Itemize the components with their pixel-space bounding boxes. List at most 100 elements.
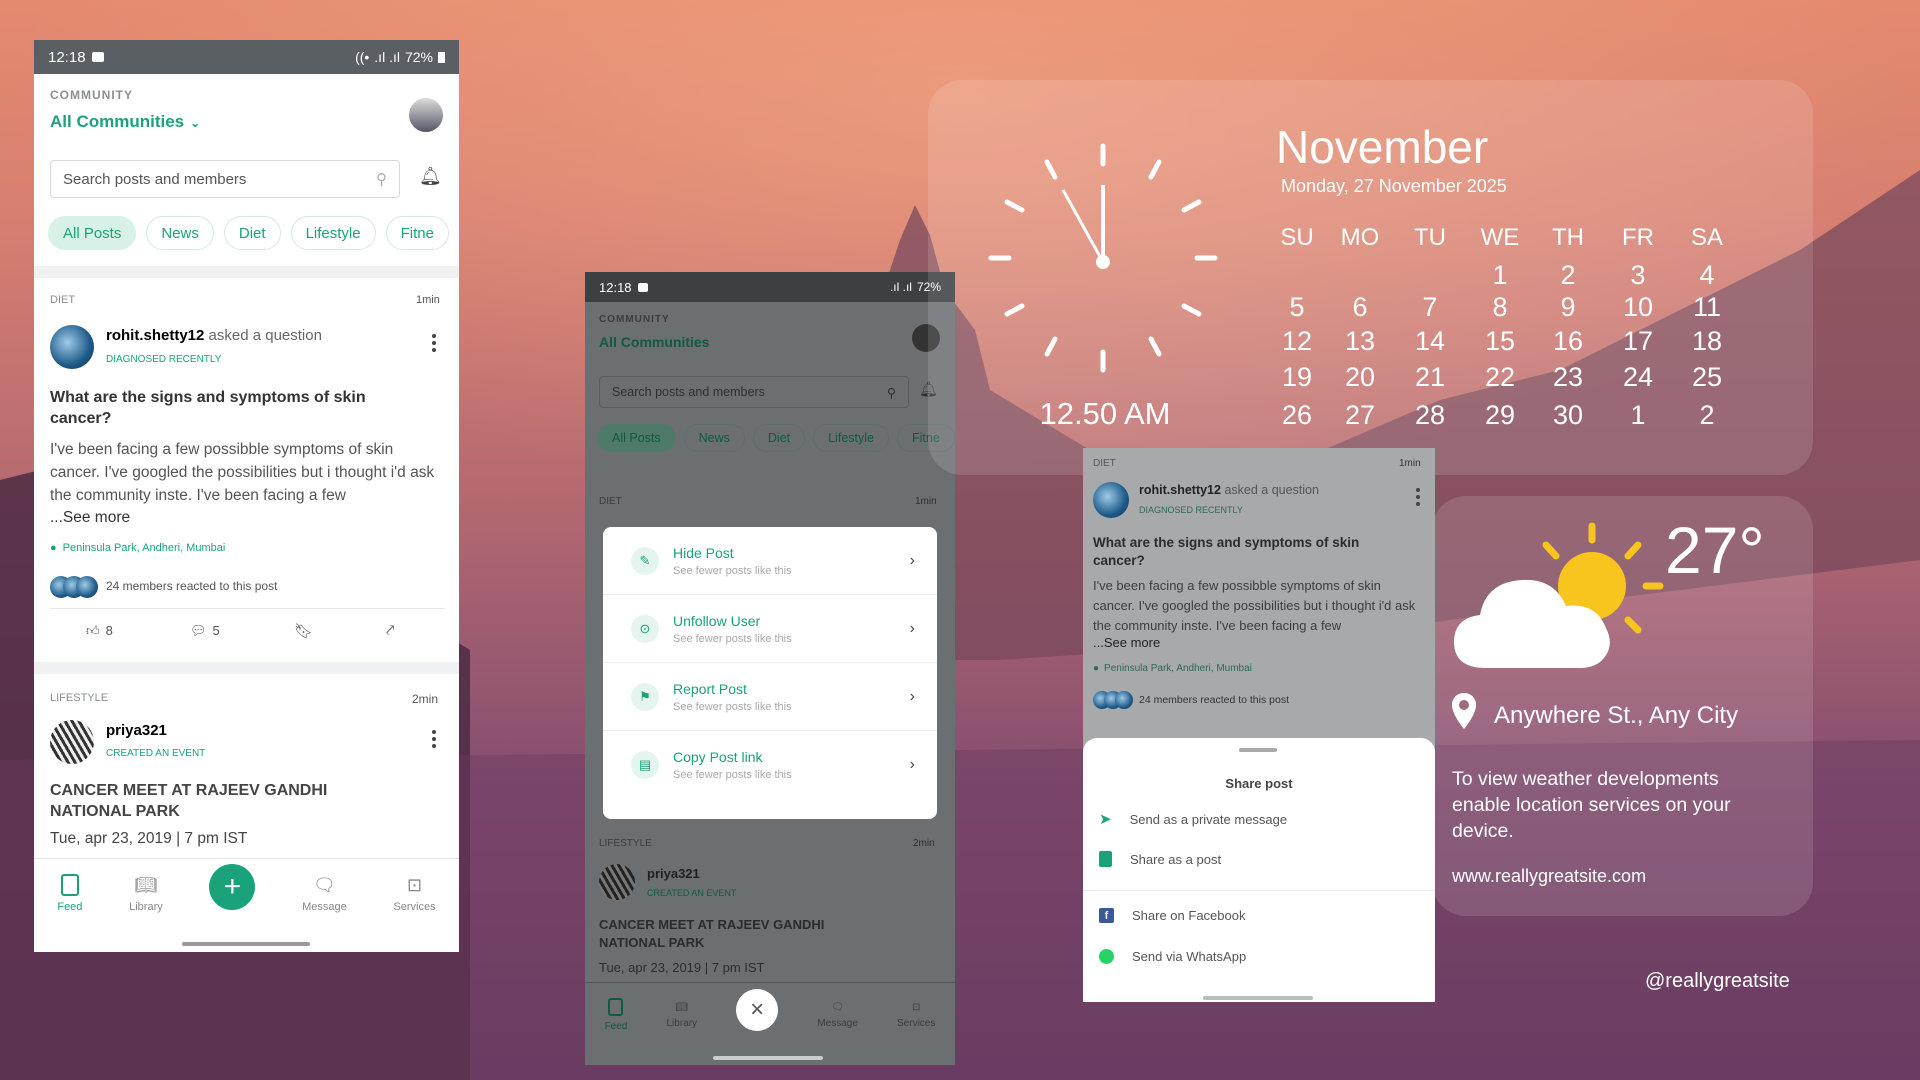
calendar-day[interactable]: 11 [1677,292,1737,323]
profile-avatar[interactable] [409,98,443,132]
chip-lifestyle[interactable]: Lifestyle [290,216,376,250]
event-title[interactable]: CANCER MEET AT RAJEEV GANDHI NATIONAL PA… [599,916,889,952]
calendar-day[interactable]: 19 [1267,362,1327,393]
calendar-day[interactable]: 29 [1470,400,1530,431]
calendar-day[interactable]: 3 [1608,260,1668,291]
bookmark-icon[interactable]: 🔖︎ [294,622,313,640]
menu-item-title: Unfollow User [673,612,761,629]
menu-hide-post[interactable]: ✎ Hide Post See fewer posts like this › [603,527,937,595]
close-menu-button[interactable]: × [736,989,779,1031]
share-whatsapp[interactable]: Send via WhatsApp [1099,949,1246,964]
user-avatar[interactable] [599,864,635,900]
chip-diet[interactable]: Diet [223,216,281,250]
event-date: Tue, apr 23, 2019 | 7 pm IST [599,960,765,975]
calendar-day[interactable]: 8 [1470,292,1530,323]
menu-report-post[interactable]: ⚑ Report Post See fewer posts like this › [603,663,937,731]
calendar-day[interactable]: 14 [1400,326,1460,357]
user-avatar[interactable] [50,720,94,764]
calendar-day[interactable]: 22 [1470,362,1530,393]
calendar-day[interactable]: 30 [1538,400,1598,431]
user-badge: DIAGNOSED RECENTLY [1139,505,1243,515]
event-title[interactable]: CANCER MEET AT RAJEEV GANDHI NATIONAL PA… [50,780,380,822]
add-post-button[interactable]: + [209,863,256,910]
post-time: 2min [412,692,439,706]
post-options-menu: ✎ Hide Post See fewer posts like this › ⊙ Un… [603,527,937,819]
calendar-day[interactable]: 12 [1267,326,1327,357]
share-private-message[interactable]: ➤ Send as a private message [1099,810,1287,828]
community-dropdown[interactable]: All Communities [599,334,709,350]
nav-feed[interactable]: Feed [605,998,627,1032]
search-input[interactable]: Search posts and members ⚲ [599,376,909,408]
calendar-day[interactable]: 5 [1267,292,1327,323]
calendar-day[interactable]: 2 [1677,400,1737,431]
calendar-day[interactable]: 15 [1470,326,1530,357]
nav-feed[interactable]: Feed [57,874,82,913]
comment-button[interactable]: 💬︎ 5 [190,623,220,639]
calendar-day[interactable]: 26 [1267,400,1327,431]
chip-all-posts[interactable]: All Posts [48,216,137,250]
bell-icon[interactable]: 🔔︎ [419,166,442,187]
more-options-icon[interactable] [1416,488,1420,506]
search-input[interactable]: Search posts and members ⚲ [50,160,400,198]
calendar-day[interactable]: 4 [1677,260,1737,291]
post-username[interactable]: priya321 [106,722,167,739]
website-link[interactable]: www.reallygreatsite.com [1452,866,1646,887]
nav-message[interactable]: 🗨︎ Message [302,875,347,913]
share-as-post[interactable]: Share as a post [1099,851,1221,867]
calendar-day[interactable]: 9 [1538,292,1598,323]
divider [34,858,459,859]
user-avatar[interactable] [1093,482,1129,518]
nav-library[interactable]: 📖︎ Library [129,875,163,913]
calendar-month: November [1276,121,1489,173]
calendar-day[interactable]: 1 [1608,400,1668,431]
bottom-nav: Feed 📖︎ Library + 🗨︎ Message ⊡ Services [34,863,459,913]
chip-news[interactable]: News [146,216,214,250]
message-icon: 🗨︎ [831,1001,844,1013]
like-button[interactable]: 👍︎ 8 [86,623,113,639]
calendar-day[interactable]: 13 [1330,326,1390,357]
post-username[interactable]: rohit.shetty12 [1139,483,1221,497]
post-title[interactable]: What are the signs and symptoms of skin … [1093,534,1413,570]
share-facebook[interactable]: f Share on Facebook [1099,908,1245,923]
like-count: 8 [105,623,113,638]
calendar-day[interactable]: 18 [1677,326,1737,357]
calendar-day[interactable]: 21 [1400,362,1460,393]
calendar-day[interactable]: 10 [1608,292,1668,323]
calendar-day[interactable]: 2 [1538,260,1598,291]
menu-copy-link[interactable]: ▤ Copy Post link See fewer posts like this… [603,731,937,799]
weekday-header: SU [1280,224,1314,251]
chip-all-posts[interactable]: All Posts [597,424,676,452]
calendar-day[interactable]: 16 [1538,326,1598,357]
chip-news[interactable]: News [683,424,745,452]
whatsapp-icon [1099,949,1114,964]
chip-fitness[interactable]: Fitne [385,216,449,250]
see-more-link[interactable]: ...See more [1093,635,1160,650]
share-icon[interactable]: ⤤ [386,622,394,639]
chip-lifestyle[interactable]: Lifestyle [813,424,889,452]
calendar-day[interactable]: 27 [1330,400,1390,431]
user-avatar[interactable] [50,325,94,369]
post-title[interactable]: What are the signs and symptoms of skin … [50,387,420,429]
chip-diet[interactable]: Diet [752,424,806,452]
nav-services[interactable]: ⊡ Services [897,1002,935,1029]
more-options-icon[interactable] [432,730,436,748]
calendar-day[interactable]: 24 [1608,362,1668,393]
nav-services[interactable]: ⊡ Services [393,875,435,913]
post-username[interactable]: rohit.shetty12 [106,327,204,344]
calendar-day[interactable]: 1 [1470,260,1530,291]
nav-library[interactable]: 📖︎ Library [666,1002,697,1029]
drag-handle[interactable] [1239,748,1277,752]
see-more-link[interactable]: ...See more [50,509,130,527]
nav-message[interactable]: 🗨︎ Message [817,1002,858,1029]
calendar-day[interactable]: 23 [1538,362,1598,393]
calendar-day[interactable]: 6 [1330,292,1390,323]
calendar-day[interactable]: 25 [1677,362,1737,393]
community-dropdown[interactable]: All Communities ⌄ [50,112,200,132]
calendar-day[interactable]: 20 [1330,362,1390,393]
calendar-day[interactable]: 17 [1608,326,1668,357]
calendar-day[interactable]: 7 [1400,292,1460,323]
post-username[interactable]: priya321 [647,866,700,881]
calendar-day[interactable]: 28 [1400,400,1460,431]
more-options-icon[interactable] [432,334,436,352]
menu-unfollow-user[interactable]: ⊙ Unfollow User See fewer posts like this › [603,595,937,663]
